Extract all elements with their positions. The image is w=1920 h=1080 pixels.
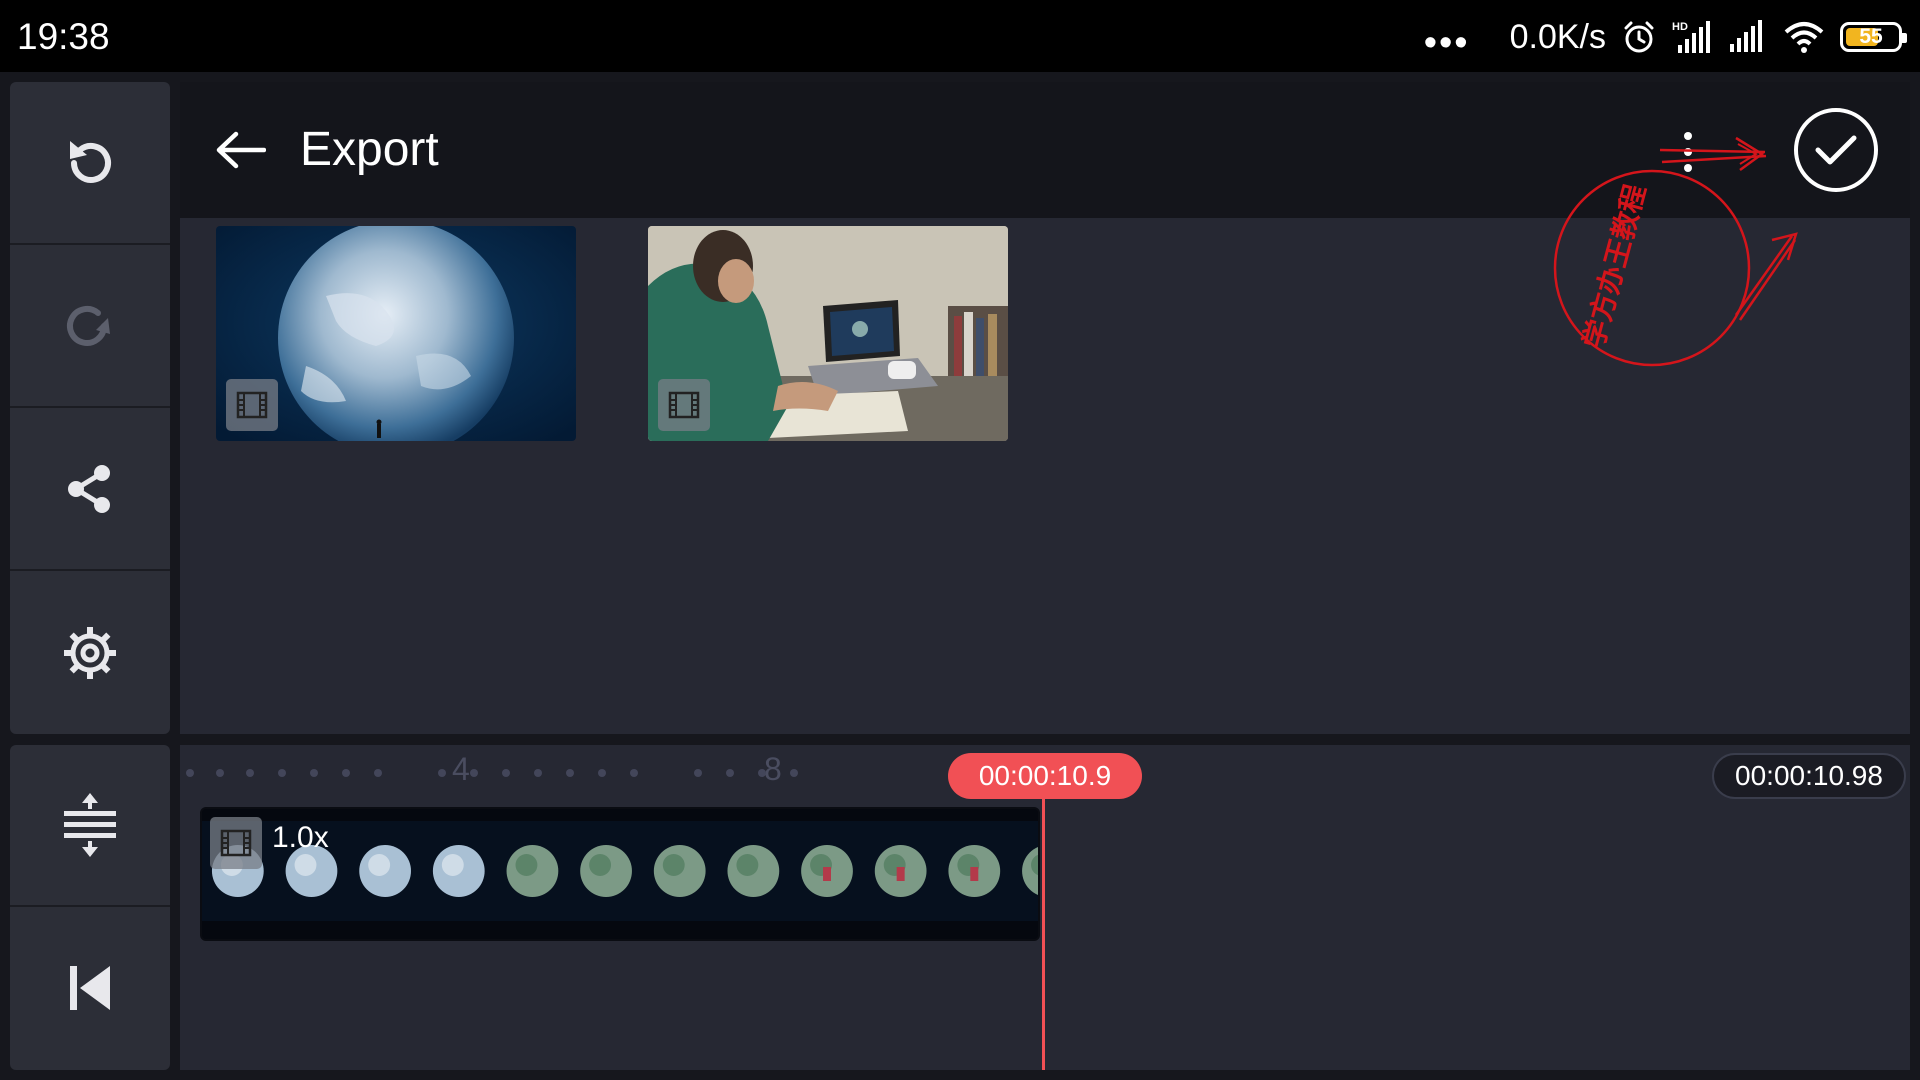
more-vertical-icon: [1684, 132, 1692, 140]
arrow-left-icon: [216, 131, 266, 169]
clip-speed: 1.0x: [272, 821, 329, 854]
back-button[interactable]: [210, 120, 270, 180]
ruler-tick: [598, 769, 606, 777]
undo-button[interactable]: [10, 82, 170, 245]
wifi-icon: [1784, 22, 1824, 53]
expand-vertical-icon: [64, 793, 116, 857]
ruler-tick: [216, 769, 224, 777]
playhead-line[interactable]: [1042, 795, 1045, 1070]
status-right: ••• 0.0K/s HD 55: [1423, 12, 1907, 64]
ruler-tick: [278, 769, 286, 777]
more-notifications-icon: •••: [1423, 21, 1470, 64]
ruler-tick: [438, 769, 446, 777]
video-clip[interactable]: 1.0x: [200, 807, 1040, 941]
hd-signal-icon: HD: [1672, 21, 1710, 53]
ruler-tick: [342, 769, 350, 777]
filmstrip-frame: [801, 845, 853, 897]
filmstrip-frame: [948, 845, 1001, 897]
sidebar-bottom: [10, 745, 170, 1070]
ruler-tick: [374, 769, 382, 777]
alarm-icon: [1624, 21, 1654, 53]
ruler-tick: [470, 769, 478, 777]
status-time: 19:38: [17, 16, 110, 57]
filmstrip-frame: [432, 845, 485, 897]
ruler-tick: [630, 769, 638, 777]
ruler-label: 4: [452, 751, 470, 787]
ruler-tick: [758, 769, 766, 777]
filmstrip-frame: [727, 845, 780, 897]
ruler-tick: [186, 769, 194, 777]
battery-icon: 55: [1840, 22, 1907, 52]
filmstrip-frame: [359, 845, 411, 897]
media-panel: Export: [180, 82, 1910, 734]
signal-icon: [1730, 20, 1762, 52]
ruler-tick: [534, 769, 542, 777]
settings-button[interactable]: [10, 571, 170, 734]
film-icon: [210, 817, 262, 869]
filmstrip-frame: [580, 845, 632, 897]
film-icon: [658, 379, 710, 431]
gear-icon: [64, 626, 116, 679]
page-title: Export: [300, 123, 439, 176]
status-bar: 19:38 ••• 0.0K/s HD 55: [0, 0, 1920, 72]
timeline-panel[interactable]: 4 8 00:00:10.9 00:00:10.98 1.0x: [180, 745, 1910, 1070]
ruler-tick: [790, 769, 798, 777]
ruler-tick: [246, 769, 254, 777]
film-icon: [226, 379, 278, 431]
header-bar: Export: [180, 82, 1910, 218]
ruler-tick: [694, 769, 702, 777]
filmstrip-frame: [874, 845, 927, 897]
battery-level: 55: [1859, 25, 1883, 48]
ruler-tick: [566, 769, 574, 777]
skip-to-start-icon: [70, 966, 110, 1010]
net-speed: 0.0K/s: [1509, 17, 1606, 56]
playhead-time[interactable]: 00:00:10.9: [948, 753, 1142, 799]
svg-text:HD: HD: [1672, 21, 1688, 33]
total-duration: 00:00:10.98: [1712, 753, 1906, 799]
ruler-tick: [726, 769, 734, 777]
check-icon: [1815, 135, 1857, 165]
redo-icon: [67, 305, 110, 346]
ruler-label: 8: [764, 751, 782, 787]
share-button[interactable]: [10, 408, 170, 571]
share-icon: [68, 464, 110, 513]
expand-timeline-button[interactable]: [10, 745, 170, 907]
more-options-button[interactable]: [1668, 122, 1708, 182]
ruler-tick: [502, 769, 510, 777]
filmstrip-frame: [506, 845, 559, 897]
sidebar-top: [10, 82, 170, 734]
export-confirm-button[interactable]: [1794, 108, 1878, 192]
media-thumbnail-desk[interactable]: [648, 226, 1008, 441]
filmstrip-frame: [653, 845, 706, 897]
redo-button[interactable]: [10, 245, 170, 408]
media-thumbnail-earth[interactable]: [216, 226, 576, 441]
skip-to-start-button[interactable]: [10, 907, 170, 1069]
undo-icon: [70, 140, 111, 183]
ruler-tick: [310, 769, 318, 777]
